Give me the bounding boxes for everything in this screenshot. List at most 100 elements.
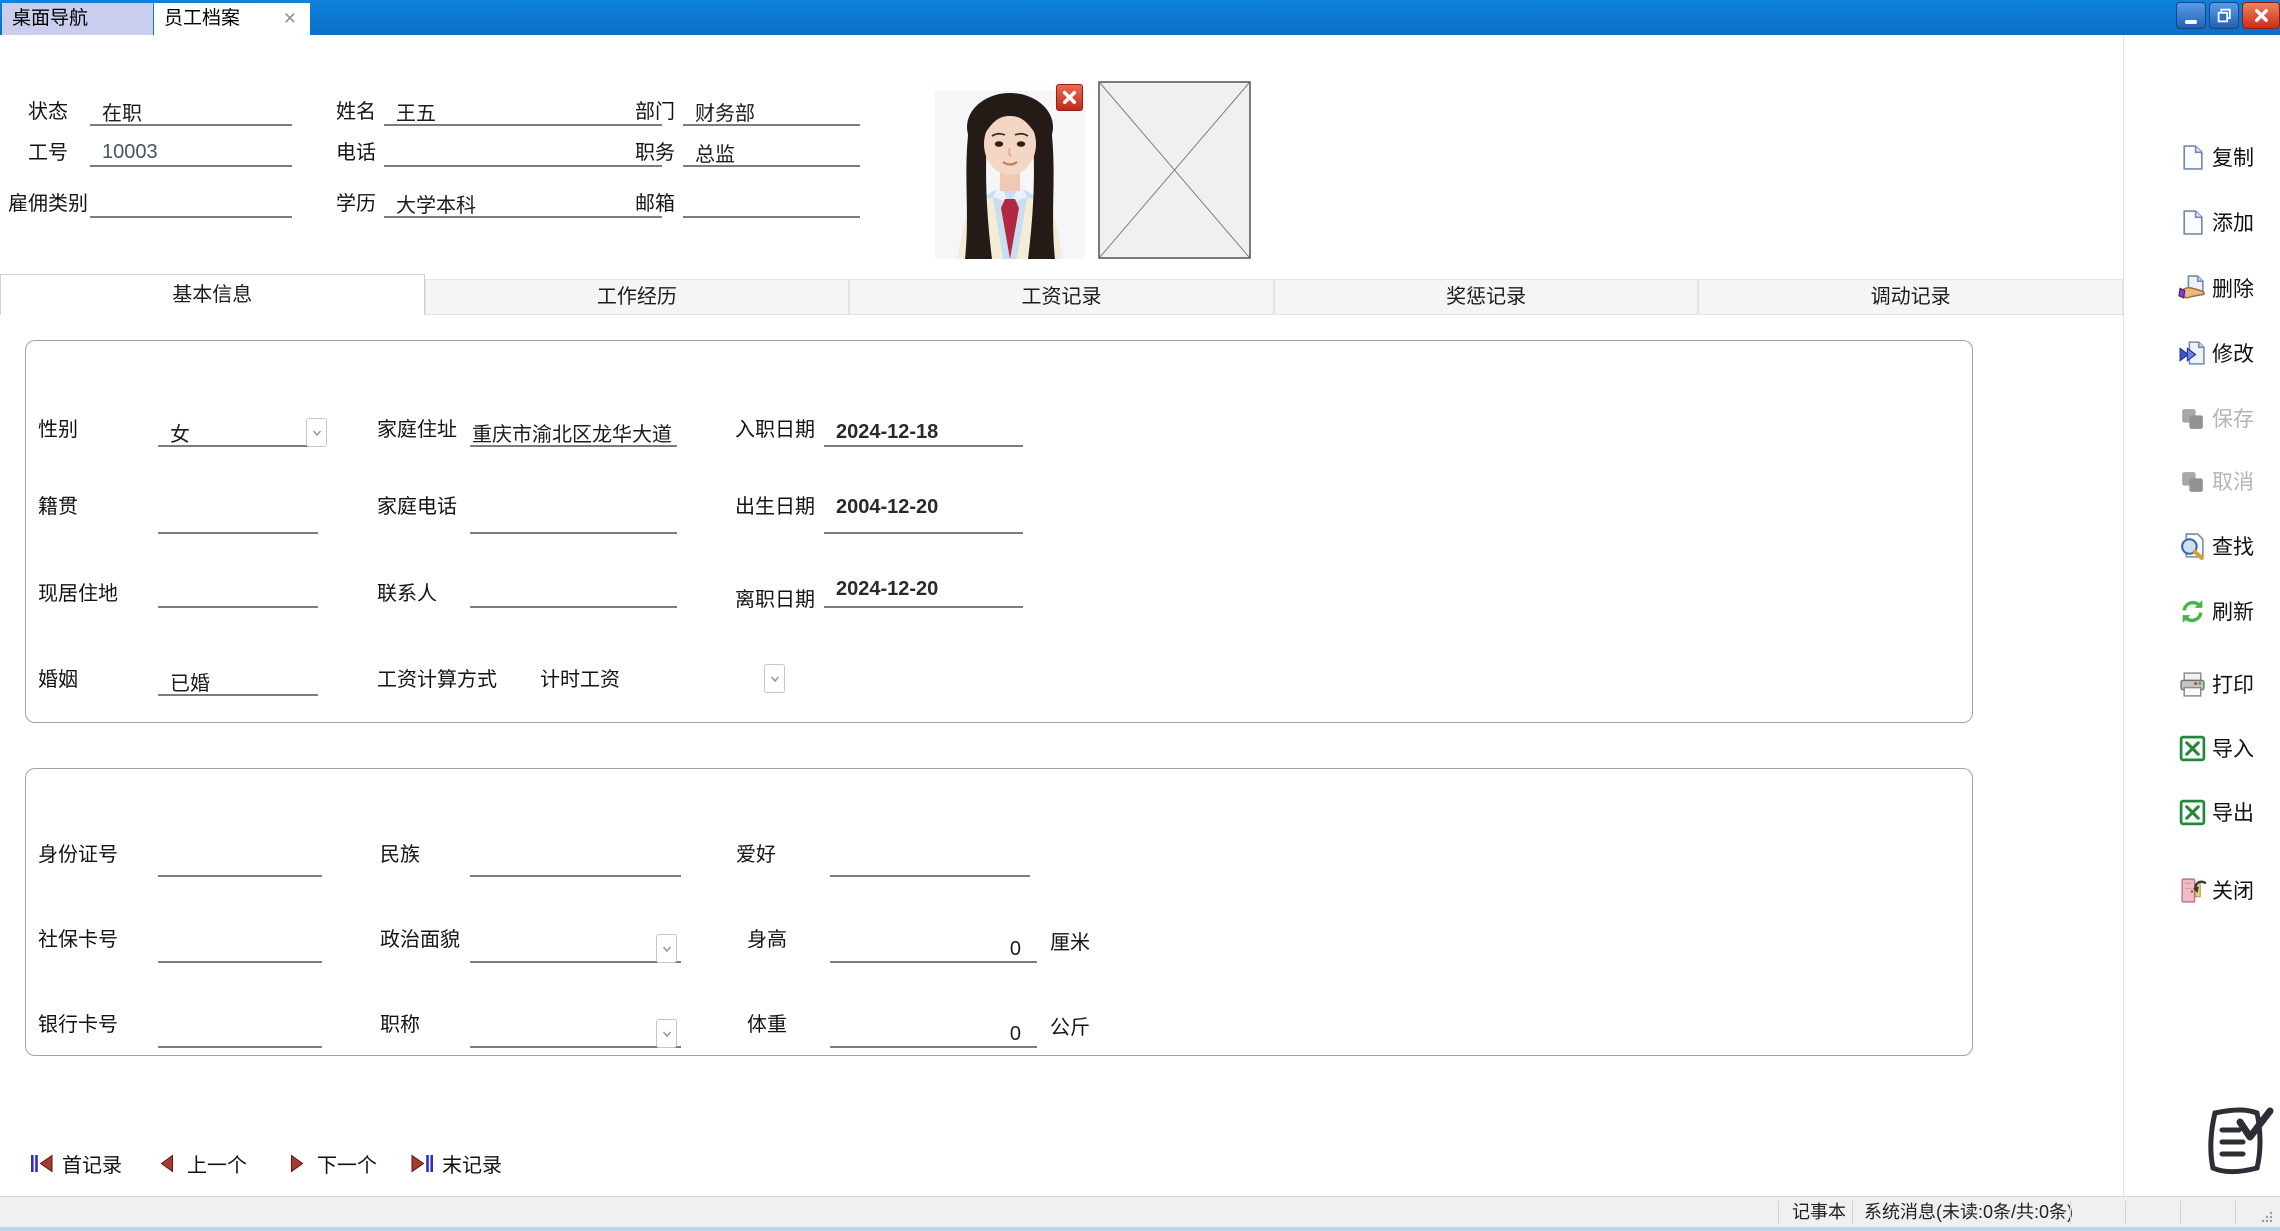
name-field[interactable]: 王五 [384,98,662,126]
field-value [470,582,677,606]
close-button[interactable] [2242,2,2280,29]
modify-button[interactable]: 修改 [2178,337,2278,369]
toolbar-button-label: 删除 [2212,273,2254,303]
tab-label: 基本信息 [172,284,252,306]
field-label: 社保卡号 [38,928,118,952]
salary-method-dropdown-button[interactable] [764,664,785,693]
print-button[interactable]: 打印 [2178,668,2278,700]
tab-desktop-navigation[interactable]: 桌面导航 [2,3,153,35]
gender-field[interactable]: 女 [158,420,318,447]
tab-reward-punishment[interactable]: 奖惩记录 [1274,279,1699,315]
photo-placeholder[interactable] [1098,81,1251,259]
notepad-sketch-icon[interactable] [2198,1100,2274,1182]
export-button[interactable]: 导出 [2178,796,2278,828]
hire-date-field[interactable]: 2024-12-18 [824,420,1023,447]
field-value [158,508,318,532]
last-record-button[interactable]: 末记录 [410,1150,502,1176]
document-icon [2178,143,2207,172]
field-label: 学历 [336,192,376,216]
field-value: 大学本科 [384,190,662,216]
tab-close-icon[interactable]: × [284,3,296,35]
copy-button[interactable]: 复制 [2178,141,2278,173]
detail-tabstrip: 基本信息 工作经历 工资记录 奖惩记录 调动记录 [0,274,2123,315]
first-record-button[interactable]: 首记录 [30,1150,122,1176]
resize-grip-icon[interactable] [2260,1210,2274,1224]
marital-status-field[interactable]: 已婚 [158,668,318,696]
close-icon [2253,7,2270,24]
political-status-dropdown-button[interactable] [656,934,677,963]
statusbar-divider [1852,1201,1853,1224]
field-label: 职务 [635,141,675,165]
residence-field[interactable] [158,582,318,608]
close-form-button[interactable]: 关闭 [2178,874,2278,906]
add-button[interactable]: 添加 [2178,206,2278,238]
id-number-field[interactable] [158,851,322,877]
tab-basic-info[interactable]: 基本信息 [0,274,425,315]
hobby-field[interactable] [830,851,1030,877]
bank-card-field[interactable] [158,1022,322,1048]
toolbar-button-label: 打印 [2212,669,2254,699]
statusbar-notepad[interactable]: 记事本 [1792,1197,1846,1228]
social-security-card-field[interactable] [158,937,322,963]
toolbar-divider [2123,35,2124,1196]
import-button[interactable]: 导入 [2178,732,2278,764]
job-title-dropdown-button[interactable] [656,1019,677,1048]
field-label: 邮箱 [635,192,675,216]
chevron-down-icon [661,943,673,955]
refresh-button[interactable]: 刷新 [2178,595,2278,627]
maximize-button[interactable] [2209,2,2239,29]
tab-salary-records[interactable]: 工资记录 [849,279,1274,315]
tab-transfer-records[interactable]: 调动记录 [1698,279,2123,315]
birthplace-field[interactable] [158,508,318,534]
political-status-field[interactable] [470,937,681,963]
field-value: 总监 [683,139,860,165]
restore-icon [2217,8,2232,23]
status-field[interactable]: 在职 [90,98,292,126]
previous-record-icon [155,1154,179,1173]
salary-method-value: 计时工资 [540,668,620,692]
employment-type-field[interactable] [90,190,292,218]
gender-dropdown-button[interactable] [306,418,327,447]
email-field[interactable] [683,190,860,218]
toolbar-button-label: 刷新 [2212,596,2254,626]
field-value [158,851,322,875]
ethnicity-field[interactable] [470,851,681,877]
statusbar-system-message[interactable]: 系统消息(未读:0条/共:0条) [1864,1197,2073,1228]
weight-field[interactable]: 0 [830,1022,1037,1048]
delete-button[interactable]: 删除 [2178,272,2278,304]
chevron-down-icon [311,427,323,439]
field-label: 爱好 [736,843,776,867]
tab-label: 桌面导航 [12,8,88,29]
job-title-field[interactable] [470,1022,681,1048]
tab-work-history[interactable]: 工作经历 [425,279,850,315]
last-record-icon [410,1154,434,1173]
cancel-button[interactable]: 取消 [2178,465,2278,497]
record-nav-label: 首记录 [62,1149,122,1178]
toolbar-button-label: 取消 [2212,466,2254,496]
statusbar-divider [1778,1201,1779,1224]
department-field[interactable]: 财务部 [683,98,860,126]
photo-delete-button[interactable] [1056,84,1083,111]
previous-record-button[interactable]: 上一个 [155,1150,247,1176]
field-value: 0 [830,1022,1037,1046]
education-field[interactable]: 大学本科 [384,190,662,218]
leave-date-field[interactable]: 2024-12-20 [824,578,1023,608]
height-field[interactable]: 0 [830,937,1037,963]
next-record-button[interactable]: 下一个 [285,1150,377,1176]
refresh-icon [2178,597,2207,626]
record-nav-label: 末记录 [442,1149,502,1178]
statusbar: 记事本 系统消息(未读:0条/共:0条) [0,1196,2280,1227]
field-label: 出生日期 [735,495,815,519]
home-phone-field[interactable] [470,508,677,534]
employee-id-field[interactable]: 10003 [90,139,292,167]
find-button[interactable]: 查找 [2178,530,2278,562]
field-label: 姓名 [336,100,376,124]
toolbar-button-label: 导入 [2212,733,2254,763]
minimize-button[interactable] [2176,2,2206,29]
phone-field[interactable] [384,139,662,167]
home-address-field[interactable]: 重庆市渝北区龙华大道 [470,420,677,447]
contact-person-field[interactable] [470,582,677,608]
save-button[interactable]: 保存 [2178,402,2278,434]
position-field[interactable]: 总监 [683,139,860,167]
tab-employee-file[interactable]: 员工档案 × [154,3,310,35]
